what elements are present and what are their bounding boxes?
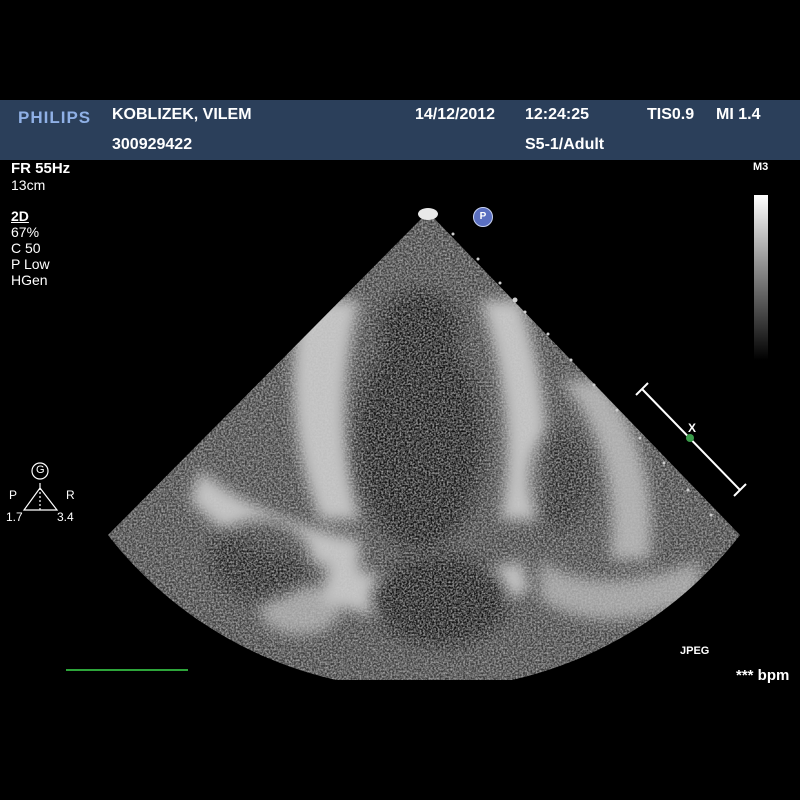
orientation-marker: G [36,464,45,476]
orientation-right-value: 3.4 [57,510,74,524]
caliper-label: X [688,421,697,435]
patient-name: KOBLIZEK, VILEM [112,106,252,123]
orientation-left-label: P [9,488,18,502]
compression: C 50 [11,240,41,256]
ecg-trace [66,669,188,671]
orientation-left-value: 1.7 [6,510,23,524]
brand-logo: PHILIPS [18,108,92,127]
heart-rate: *** bpm [736,667,790,684]
orientation-right-label: R [66,488,75,502]
probe-marker-icon: P [473,207,493,227]
patient-id: 300929422 [112,136,193,153]
mode-label: 2D [11,208,29,224]
image-format: JPEG [680,645,710,657]
patient-header: PHILIPS KOBLIZEK, VILEM 300929422 14/12/… [0,100,800,160]
exam-time: 12:24:25 [525,106,590,123]
grayscale-bar [754,195,768,360]
tis-value: TIS0.9 [647,106,695,123]
grayscale-map-label: M3 [753,161,769,173]
exam-date: 14/12/2012 [415,106,496,123]
mi-value: MI 1.4 [716,106,761,123]
transducer-preset: S5-1/Adult [525,136,605,153]
power: P Low [11,256,50,272]
depth: 13cm [11,177,46,193]
frame-rate: FR 55Hz [11,160,71,177]
orientation-triangle [22,483,59,511]
harmonics: HGen [11,272,48,288]
gain: 67% [11,224,40,240]
